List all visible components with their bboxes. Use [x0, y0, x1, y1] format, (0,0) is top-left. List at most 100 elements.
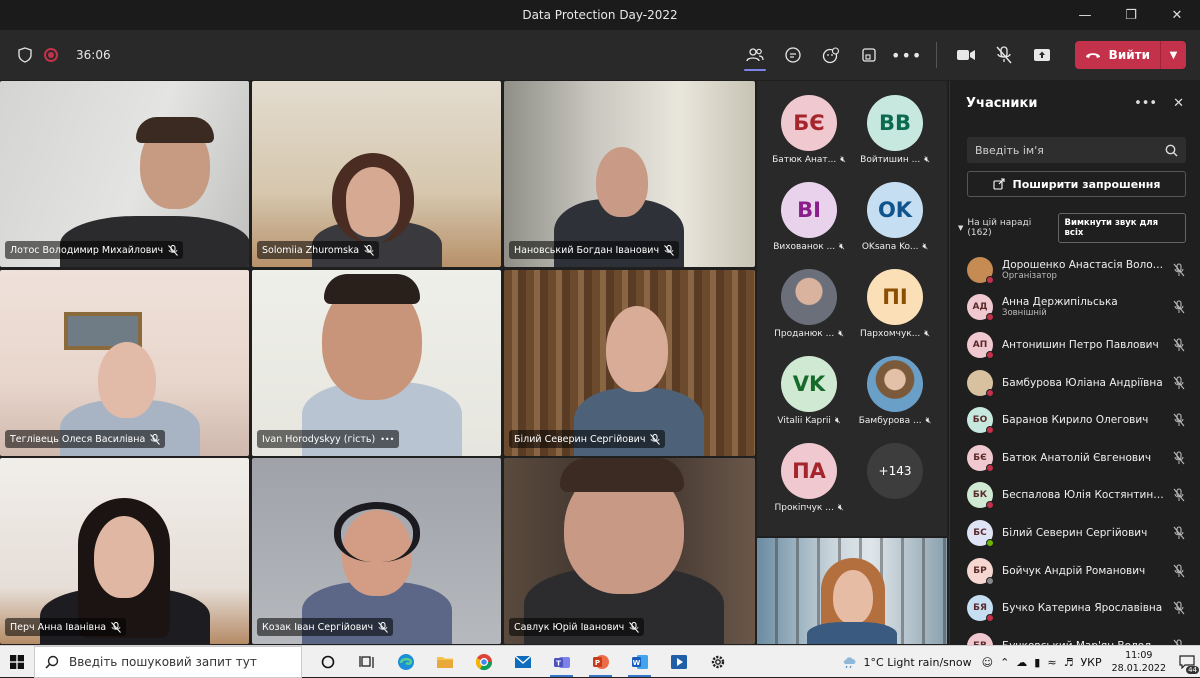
- participants-button[interactable]: [736, 37, 774, 73]
- participant-search-input[interactable]: [975, 143, 1165, 157]
- avatar-tile[interactable]: Проданюк ... 🔇︎: [766, 269, 852, 339]
- taskbar-media[interactable]: [659, 646, 698, 678]
- mute-all-button[interactable]: Вимкнути звук для всіх: [1057, 213, 1186, 243]
- mic-off-icon[interactable]: [1172, 338, 1186, 352]
- video-tile[interactable]: Нановський Богдан Іванович: [504, 81, 755, 267]
- notification-count: 44: [1186, 666, 1199, 674]
- mic-off-icon[interactable]: [1172, 413, 1186, 427]
- video-tile[interactable]: Козак Іван Сергійович: [252, 458, 501, 644]
- avatar-tile[interactable]: ПІ Пархомчук... 🔇︎: [852, 269, 938, 339]
- video-tile[interactable]: Перч Анна Іванівна: [0, 458, 249, 644]
- self-view-video[interactable]: [757, 538, 947, 644]
- avatar-tile[interactable]: ВІ Вихованок ... 🔇︎: [766, 182, 852, 252]
- mic-off-icon[interactable]: [1172, 376, 1186, 390]
- reactions-button[interactable]: [812, 37, 850, 73]
- avatar: ПА: [781, 443, 837, 499]
- minimize-icon[interactable]: —: [1062, 0, 1108, 30]
- battery-icon[interactable]: ▮: [1034, 656, 1040, 669]
- video-tile[interactable]: Білий Северин Сергійович: [504, 270, 755, 456]
- mic-off-icon: 🔇︎: [924, 155, 930, 165]
- taskbar-powerpoint[interactable]: P: [581, 646, 620, 678]
- rooms-button[interactable]: [850, 37, 888, 73]
- taskbar-settings[interactable]: [698, 646, 737, 678]
- notification-center-button[interactable]: 44: [1174, 646, 1200, 678]
- participant-row[interactable]: БО Баранов Кирило Олегович: [950, 401, 1200, 439]
- more-options-icon[interactable]: •••: [1134, 96, 1157, 111]
- taskbar-search[interactable]: Введіть пошуковий запит тут: [34, 645, 302, 678]
- participant-name: Бучко Катерина Ярославівна: [1002, 602, 1163, 615]
- participant-name-pill: Білий Северин Сергійович: [509, 430, 666, 448]
- participant-row[interactable]: БК Беспалова Юлія Костянтинівна: [950, 477, 1200, 515]
- mic-off-icon: 🔇︎: [922, 242, 929, 252]
- cloud-rain-icon: [843, 657, 856, 669]
- in-meeting-section-toggle[interactable]: ▼ На цій нараді (162): [958, 218, 1058, 238]
- avatar-tile[interactable]: ВВ Войтишин ... 🔇︎: [852, 95, 938, 165]
- more-options-icon[interactable]: •••: [380, 435, 394, 444]
- taskbar-explorer[interactable]: [425, 646, 464, 678]
- mic-off-icon[interactable]: [1172, 451, 1186, 465]
- taskbar-chrome[interactable]: [464, 646, 503, 678]
- participant-row[interactable]: БС Білий Северин Сергійович: [950, 514, 1200, 552]
- taskbar-word[interactable]: W: [620, 646, 659, 678]
- participant-row[interactable]: АД Анна Держипільська Зовнішній: [950, 289, 1200, 327]
- participant-row[interactable]: АП Антонишин Петро Павлович: [950, 326, 1200, 364]
- wifi-icon[interactable]: ≈: [1047, 656, 1056, 669]
- system-clock[interactable]: 11:09 28.01.2022: [1112, 649, 1166, 675]
- restore-icon[interactable]: ❐: [1108, 0, 1154, 30]
- participant-row[interactable]: Бамбурова Юліана Андріївна: [950, 364, 1200, 402]
- onedrive-icon[interactable]: ☁: [1016, 656, 1027, 669]
- video-tile[interactable]: Solomiia Zhuromska: [252, 81, 501, 267]
- avatar-name: Проданюк ...: [774, 329, 835, 339]
- start-button[interactable]: [0, 646, 34, 678]
- mic-off-icon[interactable]: [1172, 526, 1186, 540]
- participant-row[interactable]: БР Бойчук Андрій Романович: [950, 552, 1200, 590]
- mic-button[interactable]: [985, 37, 1023, 73]
- leave-label: Вийти: [1108, 48, 1150, 62]
- cortana-button[interactable]: [308, 646, 347, 678]
- taskbar-teams[interactable]: T: [542, 646, 581, 678]
- taskbar-edge[interactable]: [386, 646, 425, 678]
- video-tile[interactable]: Савлук Юрій Іванович: [504, 458, 755, 644]
- more-participants-tile[interactable]: +143: [852, 443, 938, 499]
- taskbar-mail[interactable]: [503, 646, 542, 678]
- avatar-photo: [781, 269, 837, 325]
- mic-off-icon[interactable]: [1172, 263, 1186, 277]
- search-icon[interactable]: [1165, 144, 1178, 157]
- close-icon[interactable]: ✕: [1154, 0, 1200, 30]
- avatar-tile[interactable]: ПА Прокіпчук ... 🔇︎: [766, 443, 852, 513]
- participant-row[interactable]: БЯ Бучко Катерина Ярославівна: [950, 589, 1200, 627]
- mic-off-icon[interactable]: [1172, 300, 1186, 314]
- video-tile-active-speaker[interactable]: Ivan Horodyskyy (гість) •••: [252, 270, 501, 456]
- participant-row[interactable]: Дорошенко Анастасія Володи... Організатор: [950, 251, 1200, 289]
- participant-avatar: АД: [967, 294, 994, 322]
- windows-taskbar: Введіть пошуковий запит тут T P W 1°C Li…: [0, 645, 1200, 678]
- mic-off-icon[interactable]: [1172, 488, 1186, 502]
- leave-options-button[interactable]: ▼: [1160, 41, 1186, 69]
- leave-button[interactable]: Вийти: [1074, 41, 1160, 69]
- chat-button[interactable]: [774, 37, 812, 73]
- close-icon[interactable]: ✕: [1173, 96, 1184, 111]
- video-tile[interactable]: Теглівець Олеся Василівна: [0, 270, 249, 456]
- mic-off-icon: 🔇︎: [924, 329, 930, 339]
- share-screen-button[interactable]: [1023, 37, 1061, 73]
- weather-widget[interactable]: 1°C Light rain/snow: [842, 655, 972, 669]
- mic-off-icon[interactable]: [1172, 601, 1186, 615]
- more-actions-button[interactable]: •••: [888, 37, 926, 73]
- shield-icon: [18, 47, 32, 63]
- camera-button[interactable]: [947, 37, 985, 73]
- mic-off-icon[interactable]: [1172, 563, 1186, 578]
- more-icon: •••: [891, 45, 923, 65]
- participant-row[interactable]: БЄ Батюк Анатолій Євгенович: [950, 439, 1200, 477]
- share-invite-button[interactable]: Поширити запрошення: [967, 171, 1186, 197]
- chevron-up-icon[interactable]: ⌃: [1000, 656, 1009, 669]
- avatar-tile[interactable]: VK Vitalii Kaprii 🔇︎: [766, 356, 852, 426]
- language-indicator[interactable]: УКР: [1080, 656, 1101, 669]
- avatar: ПІ: [867, 269, 923, 325]
- avatar-tile[interactable]: Бамбурова ... 🔇︎: [852, 356, 938, 426]
- task-view-button[interactable]: [347, 646, 386, 678]
- avatar-tile[interactable]: БЄ Батюк Анат... 🔇︎: [766, 95, 852, 165]
- volume-icon[interactable]: ♬: [1064, 656, 1074, 669]
- people-icon[interactable]: ☺: [982, 656, 993, 669]
- video-tile[interactable]: Лотос Володимир Михайлович: [0, 81, 249, 267]
- avatar-tile[interactable]: OK OKsana Ko... 🔇︎: [852, 182, 938, 252]
